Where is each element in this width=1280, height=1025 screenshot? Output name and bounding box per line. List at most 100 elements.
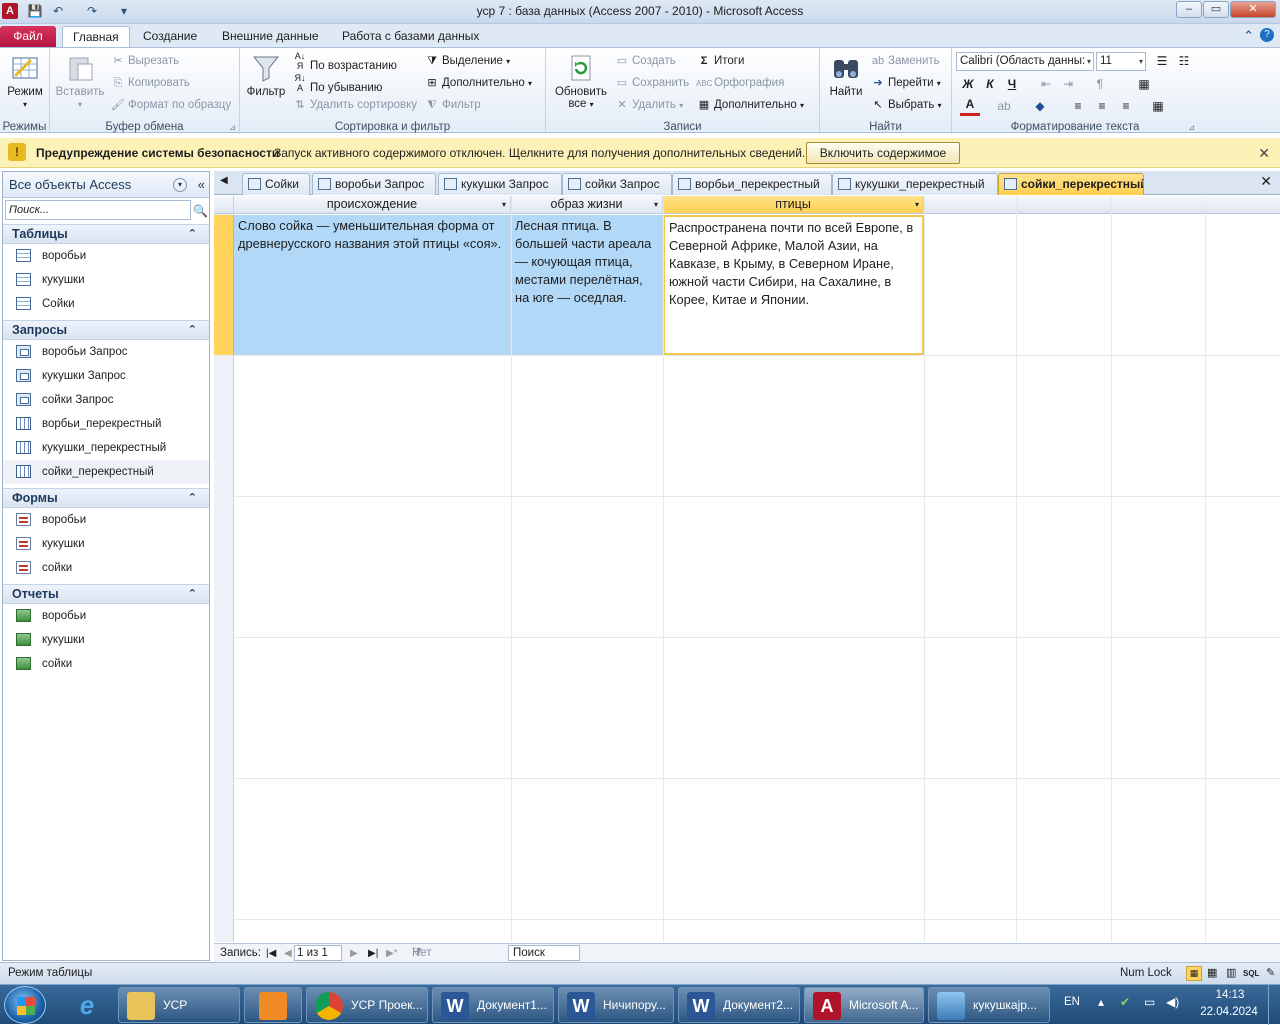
close-icon[interactable]: ✕ bbox=[1258, 145, 1270, 162]
collapse-section-icon[interactable]: ⌃ bbox=[188, 489, 197, 507]
new-record-nav-icon[interactable]: ▶* bbox=[386, 944, 398, 963]
filter-button[interactable]: Фильтр bbox=[244, 52, 288, 98]
font-size-combo[interactable]: 11 ▾ bbox=[1096, 52, 1146, 71]
document-tab[interactable]: Сойки bbox=[242, 173, 310, 195]
nav-section-header[interactable]: Запросы ⌃ bbox=[3, 320, 209, 340]
show-desktop-button[interactable] bbox=[1268, 985, 1280, 1025]
taskbar-item-chrome[interactable]: УСР Проек... bbox=[306, 987, 428, 1023]
taskbar-item-word-3[interactable]: W Документ2... bbox=[678, 987, 800, 1023]
replace-button[interactable]: ab Заменить bbox=[870, 51, 940, 71]
volume-icon[interactable]: ◀) bbox=[1166, 995, 1179, 1009]
sql-view-icon[interactable]: SQL bbox=[1243, 963, 1259, 984]
cell-origin[interactable]: Слово сойка — уменьшительная форма от др… bbox=[234, 215, 511, 355]
first-record-icon[interactable]: |◀ bbox=[266, 944, 276, 963]
nav-item[interactable]: кукушки bbox=[3, 628, 209, 652]
tab-external-data[interactable]: Внешние данные bbox=[212, 26, 329, 48]
toggle-filter-button[interactable]: ⧨ Фильтр bbox=[424, 95, 481, 115]
nav-item[interactable]: воробьи bbox=[3, 244, 209, 268]
taskbar-item-explorer[interactable]: УСР bbox=[118, 987, 240, 1023]
tray-up-icon[interactable]: ▴ bbox=[1098, 995, 1104, 1009]
prev-record-icon[interactable]: ◀ bbox=[284, 944, 292, 963]
refresh-all-button[interactable]: Обновить все ▾ bbox=[550, 52, 612, 110]
increase-indent-icon[interactable]: ⇥ bbox=[1058, 74, 1078, 94]
font-name-combo[interactable]: Calibri (Область данны: ▾ bbox=[956, 52, 1094, 71]
chevron-down-icon[interactable]: ▾ bbox=[173, 178, 187, 192]
nav-pane-header[interactable]: Все объекты Access ▾ « bbox=[3, 172, 209, 198]
clock-time[interactable]: 14:13 bbox=[1210, 989, 1250, 1001]
nav-item[interactable]: кукушки bbox=[3, 268, 209, 292]
document-tab[interactable]: воробьи Запрос bbox=[312, 173, 436, 195]
last-record-icon[interactable]: ▶| bbox=[368, 944, 378, 963]
select-button[interactable]: ↖ Выбрать ▾ bbox=[870, 95, 941, 115]
document-tab[interactable]: кукушки_перекрестный bbox=[832, 173, 998, 195]
record-search-input[interactable]: Поиск bbox=[508, 945, 580, 961]
advanced-filter-button[interactable]: ⊞ Дополнительно ▾ bbox=[424, 73, 532, 93]
view-mode-button[interactable]: Режим ▾ bbox=[4, 52, 46, 110]
next-record-icon[interactable]: ▶ bbox=[350, 944, 358, 963]
new-record-button[interactable]: ▭ Создать bbox=[614, 51, 676, 71]
start-button[interactable] bbox=[4, 986, 46, 1024]
collapse-section-icon[interactable]: ⌃ bbox=[188, 321, 197, 339]
close-document-icon[interactable]: ✕ bbox=[1260, 173, 1272, 190]
nav-section-header[interactable]: Отчеты ⌃ bbox=[3, 584, 209, 604]
goto-button[interactable]: ➔ Перейти ▾ bbox=[870, 73, 940, 93]
nav-item[interactable]: воробьи Запрос bbox=[3, 340, 209, 364]
pivot-table-icon[interactable]: ▦ bbox=[1207, 963, 1217, 984]
security-warning-message[interactable]: Запуск активного содержимого отключен. Щ… bbox=[274, 146, 805, 160]
remove-sort-button[interactable]: ⇅ Удалить сортировку bbox=[292, 95, 417, 115]
nav-item[interactable]: воробьи bbox=[3, 604, 209, 628]
taskbar-item-media[interactable] bbox=[244, 987, 302, 1023]
cell-lifestyle[interactable]: Лесная птица. В большей части ареала — к… bbox=[511, 215, 663, 355]
paste-button[interactable]: Вставить ▾ bbox=[54, 52, 106, 110]
select-all-cell[interactable] bbox=[214, 196, 234, 214]
design-view-icon[interactable]: ✎ bbox=[1266, 963, 1275, 984]
nav-item[interactable]: кукушки_перекрестный bbox=[3, 436, 209, 460]
nav-item[interactable]: кукушки Запрос bbox=[3, 364, 209, 388]
nav-item[interactable]: кукушки bbox=[3, 532, 209, 556]
bold-button[interactable]: Ж bbox=[958, 74, 978, 94]
column-header-birds[interactable]: птицы ▾ bbox=[663, 196, 924, 214]
sort-descending-button[interactable]: Я↓ A По убыванию bbox=[292, 73, 383, 94]
column-header-lifestyle[interactable]: образ жизни ▾ bbox=[511, 196, 663, 214]
format-painter-button[interactable]: 🖌 Формат по образцу bbox=[110, 95, 231, 115]
highlight-icon[interactable]: ab bbox=[994, 96, 1014, 116]
bullets-icon[interactable]: ☰ bbox=[1152, 51, 1172, 71]
dialog-launcher-icon[interactable]: ⊿ bbox=[1188, 123, 1195, 132]
security-tray-icon[interactable]: ✔ bbox=[1120, 995, 1130, 1009]
collapse-section-icon[interactable]: ⌃ bbox=[188, 585, 197, 603]
datasheet-view-icon[interactable]: ▦ bbox=[1186, 966, 1202, 981]
chevron-down-icon[interactable]: ▾ bbox=[654, 196, 658, 213]
nav-item[interactable]: сойки_перекрестный bbox=[3, 460, 209, 484]
decrease-indent-icon[interactable]: ⇤ bbox=[1036, 74, 1056, 94]
tab-create[interactable]: Создание bbox=[133, 26, 207, 48]
nav-section-header[interactable]: Таблицы ⌃ bbox=[3, 224, 209, 244]
numbering-icon[interactable]: ☷ bbox=[1174, 51, 1194, 71]
nav-item[interactable]: ворбьи_перекрестный bbox=[3, 412, 209, 436]
dialog-launcher-icon[interactable]: ⊿ bbox=[229, 123, 236, 132]
column-header-origin[interactable]: происхождение ▾ bbox=[234, 196, 511, 214]
help-chevron-icon[interactable]: ⌃ bbox=[1243, 28, 1254, 44]
record-position-input[interactable]: 1 из 1 bbox=[294, 945, 342, 961]
enable-content-button[interactable]: Включить содержимое bbox=[806, 142, 960, 164]
restore-button[interactable]: ▭ bbox=[1203, 1, 1229, 18]
more-records-button[interactable]: ▦ Дополнительно ▾ bbox=[696, 95, 804, 115]
nav-item[interactable]: воробьи bbox=[3, 508, 209, 532]
taskbar-item-image[interactable]: кукушкаjp... bbox=[928, 987, 1050, 1023]
ltr-icon[interactable]: ¶ bbox=[1090, 74, 1110, 94]
nav-item[interactable]: Сойки bbox=[3, 292, 209, 316]
italic-button[interactable]: К bbox=[980, 74, 1000, 94]
collapse-pane-icon[interactable]: « bbox=[198, 172, 205, 198]
find-button[interactable]: Найти bbox=[824, 52, 868, 98]
record-selector[interactable] bbox=[214, 215, 234, 355]
tab-home[interactable]: Главная bbox=[62, 26, 130, 48]
chevron-down-icon[interactable]: ▾ bbox=[502, 196, 506, 213]
search-icon[interactable]: 🔍 bbox=[193, 202, 208, 220]
delete-record-button[interactable]: ✕ Удалить ▾ bbox=[614, 95, 683, 115]
nav-item[interactable]: сойки bbox=[3, 556, 209, 580]
nav-section-header[interactable]: Формы ⌃ bbox=[3, 488, 209, 508]
totals-button[interactable]: Σ Итоги bbox=[696, 51, 745, 71]
gridlines-icon[interactable]: ▦ bbox=[1134, 74, 1154, 94]
align-right-icon[interactable]: ≡ bbox=[1116, 96, 1136, 116]
copy-button[interactable]: ⎘ Копировать bbox=[110, 73, 190, 93]
cell-birds[interactable]: Распространена почти по всей Европе, в С… bbox=[663, 215, 924, 355]
